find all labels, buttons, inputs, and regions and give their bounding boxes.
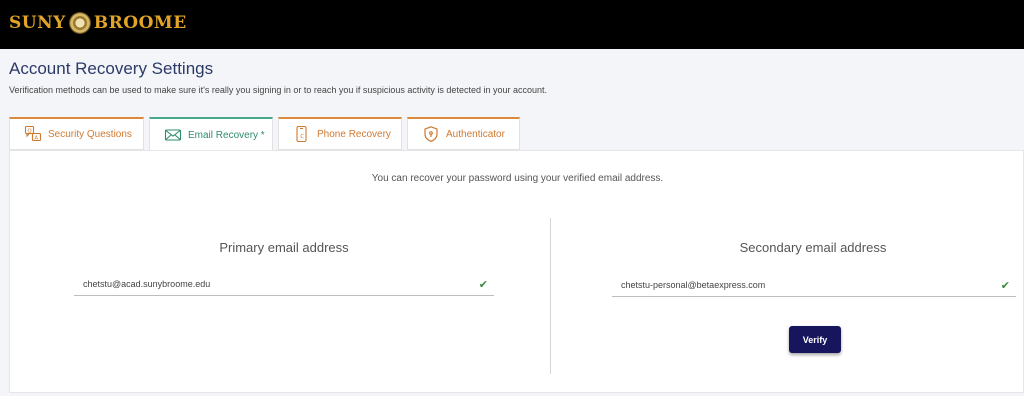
column-divider (550, 218, 551, 374)
tab-phone-recovery[interactable]: C Phone Recovery (278, 117, 402, 150)
top-header-bar: SUNY BROOME (0, 0, 1024, 49)
security-questions-icon: Q A (24, 125, 42, 143)
tab-email-recovery[interactable]: Email Recovery * (149, 117, 273, 151)
email-recovery-icon (164, 126, 182, 144)
suny-broome-logo[interactable]: SUNY BROOME (9, 10, 187, 36)
logo-text-suny: SUNY (9, 13, 66, 33)
tab-authenticator[interactable]: Authenticator (407, 117, 520, 150)
tab-label: Security Questions (48, 128, 132, 140)
primary-email-verified-check-icon: ✔ (478, 279, 488, 291)
page-title: Account Recovery Settings (9, 59, 214, 78)
svg-text:Q: Q (27, 128, 32, 134)
shield-icon (422, 125, 440, 143)
email-recovery-panel: You can recover your password using your… (9, 150, 1024, 393)
secondary-email-verified-check-icon: ✔ (1000, 280, 1010, 292)
svg-text:A: A (34, 135, 38, 141)
phone-recovery-icon: C (293, 125, 311, 143)
secondary-email-heading: Secondary email address (739, 240, 887, 255)
verify-button[interactable]: Verify (789, 326, 841, 353)
tab-label: Authenticator (446, 128, 505, 140)
college-seal-icon (68, 12, 91, 34)
tab-label: Phone Recovery (317, 128, 391, 140)
primary-email-field[interactable]: chetstu@acad.sunybroome.edu ✔ (74, 276, 494, 296)
tab-security-questions[interactable]: Q A Security Questions (9, 117, 144, 150)
primary-email-heading: Primary email address (219, 240, 349, 255)
page-description: Verification methods can be used to make… (9, 85, 547, 95)
primary-email-value: chetstu@acad.sunybroome.edu (83, 279, 211, 289)
tab-label: Email Recovery * (188, 129, 265, 141)
logo-text-broome: BROOME (93, 13, 187, 33)
secondary-email-value: chetstu-personal@betaexpress.com (621, 280, 766, 290)
email-recovery-intro: You can recover your password using your… (371, 173, 664, 184)
secondary-email-field[interactable]: chetstu-personal@betaexpress.com ✔ (612, 277, 1016, 297)
svg-text:C: C (300, 134, 304, 140)
